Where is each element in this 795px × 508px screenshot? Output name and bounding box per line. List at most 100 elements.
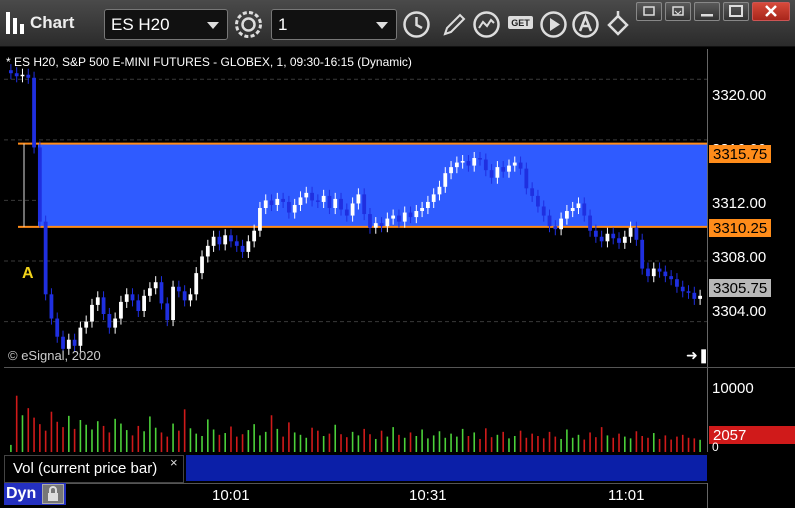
price-tick: 3304.00: [712, 303, 767, 320]
volume-bar: [334, 424, 337, 452]
candle: [599, 236, 604, 242]
candle: [449, 167, 453, 174]
volume-bar: [438, 431, 441, 452]
candle: [269, 200, 274, 205]
play-icon[interactable]: [538, 9, 569, 40]
gear-icon[interactable]: [233, 9, 264, 40]
volume-bar: [189, 428, 192, 452]
price-chart[interactable]: [4, 49, 707, 367]
close-button[interactable]: [752, 2, 790, 21]
candle: [37, 147, 42, 222]
get-data-icon[interactable]: GET: [505, 9, 536, 40]
volume-bar: [427, 438, 429, 452]
time-axis[interactable]: 10:01 10:31 11:01: [4, 483, 707, 508]
time-tick: 11:01: [608, 487, 645, 504]
volume-bar: [374, 438, 377, 452]
volume-bar: [681, 434, 684, 452]
candle: [14, 73, 19, 77]
volume-bar: [259, 435, 261, 452]
volume-bar: [125, 430, 128, 452]
volume-bar: [293, 432, 296, 452]
volume-legend[interactable]: Vol (current price bar): [4, 455, 184, 483]
candle: [576, 203, 581, 208]
interval-input[interactable]: 1: [271, 9, 397, 40]
volume-bar: [566, 429, 568, 452]
candle: [153, 282, 158, 289]
candle: [680, 286, 685, 292]
scroll-to-end-icon[interactable]: ➜❚: [686, 347, 709, 364]
volume-bar: [542, 438, 545, 452]
candle: [472, 158, 477, 166]
volume-bar: [450, 433, 452, 452]
minimize-button[interactable]: [694, 2, 720, 21]
candle: [327, 195, 332, 208]
candle: [78, 327, 83, 346]
volume-bar: [467, 436, 470, 452]
price-tick: 3308.00: [712, 249, 767, 266]
upper-level-tag: 3315.75: [709, 145, 772, 163]
candle: [72, 339, 77, 346]
candle: [119, 301, 123, 319]
volume-bar: [473, 432, 476, 452]
candle: [379, 223, 384, 227]
candle: [611, 233, 616, 239]
volume-bar: [276, 428, 279, 452]
study-icon[interactable]: [471, 9, 502, 40]
pencil-icon[interactable]: [439, 9, 470, 40]
alert-icon[interactable]: [570, 9, 601, 40]
candle: [385, 218, 390, 227]
chevron-down-icon[interactable]: [207, 22, 219, 29]
volume-bar: [600, 427, 603, 452]
window-title: Chart: [30, 13, 75, 32]
volume-bar: [270, 415, 273, 452]
candle: [333, 198, 338, 208]
candle: [176, 286, 181, 292]
candle: [628, 227, 633, 237]
candle: [310, 192, 314, 201]
symbol-input[interactable]: ES H20: [104, 9, 228, 40]
restore-button[interactable]: [665, 2, 691, 21]
volume-bar: [299, 434, 302, 452]
volume-bar: [108, 432, 111, 452]
clock-icon[interactable]: [401, 9, 432, 40]
candle: [84, 321, 89, 328]
volume-bar: [496, 434, 499, 452]
volume-bar: [641, 436, 643, 452]
pin-button[interactable]: [636, 2, 662, 21]
volume-bar: [571, 437, 574, 452]
maximize-button[interactable]: [723, 2, 749, 21]
candle: [431, 194, 436, 202]
volume-bar: [68, 415, 70, 452]
volume-bar: [44, 430, 47, 452]
price-tick: 3312.00: [712, 195, 767, 212]
volume-bar: [201, 436, 203, 452]
link-icon[interactable]: [603, 9, 634, 40]
candle: [171, 286, 175, 321]
candle: [443, 173, 448, 187]
chevron-down-icon[interactable]: [376, 22, 388, 29]
volume-bar: [253, 424, 255, 452]
close-icon[interactable]: ×: [170, 455, 178, 470]
price-axis[interactable]: 3320.00 3316.00 3312.00 3308.00 3304.00 …: [707, 49, 795, 367]
candle: [287, 201, 291, 213]
candle: [547, 215, 552, 227]
esignal-logo-icon: [6, 12, 24, 34]
candle: [663, 271, 668, 277]
volume-bar: [56, 421, 59, 452]
candle: [142, 295, 146, 311]
volume-bar: [392, 427, 394, 452]
volume-bar: [15, 395, 18, 452]
candle: [136, 300, 141, 311]
candle: [315, 200, 320, 202]
candle: [565, 211, 569, 219]
candle: [368, 214, 372, 228]
copyright-text: © eSignal, 2020: [8, 348, 101, 363]
volume-bar: [583, 439, 586, 452]
volume-bar: [635, 431, 638, 452]
volume-chart[interactable]: [4, 368, 707, 452]
volume-bar: [247, 430, 250, 452]
volume-bar: [10, 444, 12, 452]
volume-bar: [595, 437, 597, 452]
volume-bar: [21, 415, 24, 452]
lock-icon[interactable]: [42, 484, 64, 504]
